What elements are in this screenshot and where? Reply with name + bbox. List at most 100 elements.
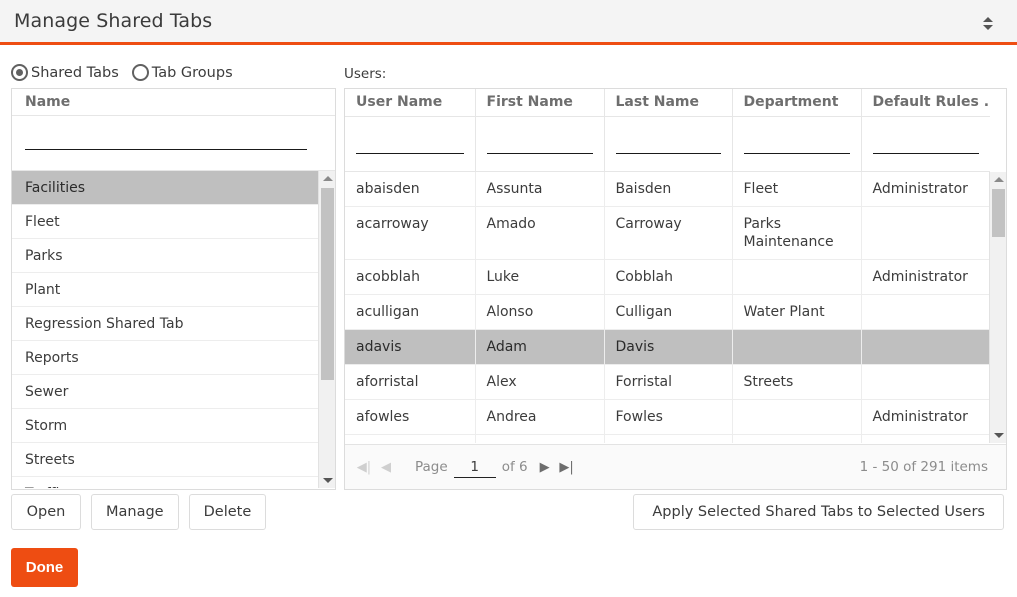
table-cell: Baisden xyxy=(604,171,733,207)
triangle-up-icon[interactable] xyxy=(990,172,1006,187)
column-header[interactable]: Default Rules ... xyxy=(861,89,990,117)
list-item[interactable]: Facilities xyxy=(12,171,318,205)
column-filter-cell xyxy=(861,116,990,172)
next-page-icon[interactable]: ▶ xyxy=(534,455,556,479)
table-cell xyxy=(732,259,862,295)
shared-tabs-scrollbar-thumb[interactable] xyxy=(321,188,334,380)
table-cell-value: acobblah xyxy=(356,268,420,285)
previous-page-icon[interactable]: ◀ xyxy=(375,455,397,479)
column-header-label: Last Name xyxy=(615,94,700,111)
column-filter-input[interactable] xyxy=(615,134,721,155)
table-cell: Alex xyxy=(475,364,605,400)
mode-selector: Shared Tabs Tab Groups xyxy=(11,64,233,81)
users-grid-scrollbar-thumb[interactable] xyxy=(992,188,1005,237)
table-cell-value: Alex xyxy=(486,373,517,390)
done-button[interactable]: Done xyxy=(11,548,78,587)
table-cell-value: Administrator xyxy=(872,180,968,197)
table-cell: adavis xyxy=(345,329,476,365)
triangle-down-icon[interactable] xyxy=(319,473,335,488)
table-cell-value: Water Plant xyxy=(743,303,825,320)
table-cell: Administrator xyxy=(861,259,990,295)
list-item[interactable]: Reports xyxy=(12,341,318,375)
list-item[interactable]: Regression Shared Tab xyxy=(12,307,318,341)
radio-shared-tabs[interactable]: Shared Tabs xyxy=(11,64,119,81)
list-item[interactable]: Fleet xyxy=(12,205,318,239)
list-item[interactable]: Sewer xyxy=(12,375,318,409)
column-header[interactable]: Last Name xyxy=(604,89,733,117)
table-cell-value: acarroway xyxy=(356,215,429,232)
column-filter-cell xyxy=(732,116,862,172)
list-item[interactable]: Traffic xyxy=(12,477,318,488)
list-item-label: Traffic xyxy=(25,486,67,489)
triangle-up-icon[interactable] xyxy=(319,171,335,186)
list-item[interactable]: Parks xyxy=(12,239,318,273)
shared-tabs-actions: Open Manage Delete xyxy=(11,494,267,530)
table-cell: Assunta xyxy=(475,171,605,207)
table-cell: Streets xyxy=(732,364,862,400)
page-title: Manage Shared Tabs xyxy=(14,10,213,32)
users-grid-panel: User Name First Name Last Name Department De… xyxy=(344,88,1007,490)
table-row[interactable]: acarroway Amado Carroway Parks Maintenance xyxy=(345,206,990,260)
users-grid-header: User Name First Name Last Name Department De… xyxy=(345,89,1006,172)
table-cell-value: Parks Maintenance xyxy=(743,215,834,250)
title-bar: Manage Shared Tabs xyxy=(0,0,1017,45)
pager-items-summary: 1 - 50 of 291 items xyxy=(859,459,988,475)
go-to-last-page-icon[interactable]: ▶| xyxy=(556,455,578,479)
list-item[interactable]: Streets xyxy=(12,443,318,477)
table-cell: Administrator xyxy=(861,399,990,435)
shared-tabs-name-filter-input[interactable] xyxy=(25,130,307,150)
apply-shared-tabs-button[interactable]: Apply Selected Shared Tabs to Selected U… xyxy=(633,494,1004,530)
column-filter-input[interactable] xyxy=(743,134,850,155)
manage-button[interactable]: Manage xyxy=(91,494,179,530)
go-to-first-page-icon[interactable]: ◀| xyxy=(353,455,375,479)
list-item-label: Facilities xyxy=(25,179,85,196)
table-cell xyxy=(861,329,990,365)
table-cell-value: afowles xyxy=(356,408,410,425)
table-cell-value: aculligan xyxy=(356,303,420,320)
chevron-up-down-icon[interactable] xyxy=(977,9,999,37)
table-cell-value: Cobblah xyxy=(615,268,673,285)
list-item-label: Reports xyxy=(25,349,79,366)
table-cell: Fowles xyxy=(604,399,733,435)
column-header-label: First Name xyxy=(486,94,573,111)
list-item[interactable]: Storm xyxy=(12,409,318,443)
pager-page-input[interactable] xyxy=(453,456,496,478)
table-row[interactable]: acobblah Luke Cobblah Administrator xyxy=(345,259,990,295)
column-filter-input[interactable] xyxy=(872,134,979,155)
radio-shared-tabs-label: Shared Tabs xyxy=(31,64,119,81)
users-grid-scrollbar[interactable] xyxy=(989,171,1006,443)
table-cell xyxy=(604,434,733,443)
column-header[interactable]: Department xyxy=(732,89,862,117)
delete-button[interactable]: Delete xyxy=(188,494,267,530)
table-row[interactable]: aculligan Alonso Culligan Water Plant xyxy=(345,294,990,330)
table-cell: Davis xyxy=(604,329,733,365)
column-header[interactable]: First Name xyxy=(475,89,605,117)
list-item[interactable]: Plant xyxy=(12,273,318,307)
table-row[interactable]: aforristal Alex Forristal Streets xyxy=(345,364,990,400)
table-row[interactable]: adavis Adam Davis xyxy=(345,329,990,365)
radio-tab-groups[interactable]: Tab Groups xyxy=(131,64,233,81)
column-filter-input[interactable] xyxy=(486,134,593,155)
table-row[interactable]: afowles Andrea Fowles Administrator xyxy=(345,399,990,435)
shared-tabs-list-panel: Name Facilities Fleet Parks Plant Regression… xyxy=(11,88,336,490)
table-cell-value: Andrea xyxy=(486,408,537,425)
table-cell xyxy=(475,434,605,443)
shared-tabs-list-viewport: Facilities Fleet Parks Plant Regression Shar… xyxy=(12,171,335,488)
table-row[interactable] xyxy=(345,434,990,443)
table-cell-value: Fleet xyxy=(743,180,779,197)
table-cell xyxy=(861,294,990,330)
table-row[interactable]: abaisden Assunta Baisden Fleet Administrator xyxy=(345,171,990,207)
column-filter-cell xyxy=(604,116,733,172)
table-cell-value: Alonso xyxy=(486,303,534,320)
column-header[interactable]: User Name xyxy=(345,89,476,117)
table-cell xyxy=(732,399,862,435)
open-button[interactable]: Open xyxy=(11,494,81,530)
shared-tabs-scrollbar[interactable] xyxy=(318,171,335,488)
pager-page-label: Page xyxy=(415,459,448,475)
table-cell-value: aforristal xyxy=(356,373,419,390)
users-grid-body-viewport: abaisden Assunta Baisden Fleet Administrator… xyxy=(345,171,1006,443)
table-cell-value: Carroway xyxy=(615,215,682,232)
column-filter-input[interactable] xyxy=(356,134,464,155)
triangle-down-icon[interactable] xyxy=(990,428,1006,443)
users-label: Users: xyxy=(344,66,387,82)
